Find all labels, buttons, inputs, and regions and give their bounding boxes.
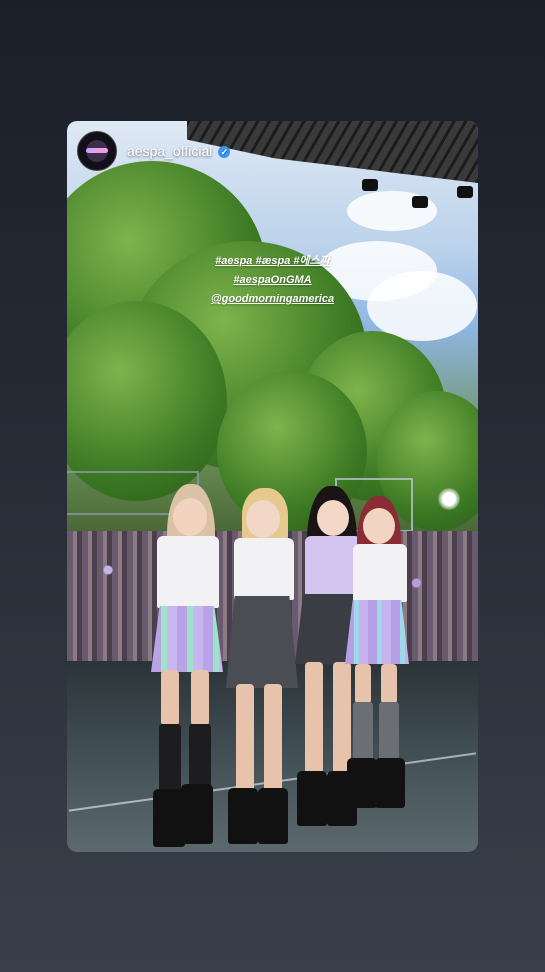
caption-line[interactable]: #aespaOnGMA [67, 271, 478, 290]
stage-truss [187, 121, 478, 183]
stage-light [412, 196, 428, 208]
story-caption: #aespa #æspa #에스파 #aespaOnGMA @goodmorni… [67, 252, 478, 309]
stage-light [457, 186, 473, 198]
avatar[interactable] [77, 131, 117, 171]
caption-line[interactable]: @goodmorningamerica [67, 290, 478, 309]
story-media[interactable]: aespa_official ✓ #aespa #æspa #에스파 #aespa… [67, 121, 478, 852]
stage-light [362, 179, 378, 191]
username[interactable]: aespa_official ✓ [127, 143, 231, 159]
performer [345, 496, 415, 816]
performer [222, 488, 302, 848]
story-header[interactable]: aespa_official ✓ [77, 131, 231, 171]
verified-badge-icon: ✓ [218, 146, 231, 159]
spotlight [438, 488, 460, 510]
performer [147, 484, 227, 852]
caption-line[interactable]: #aespa #æspa #에스파 [67, 252, 478, 271]
